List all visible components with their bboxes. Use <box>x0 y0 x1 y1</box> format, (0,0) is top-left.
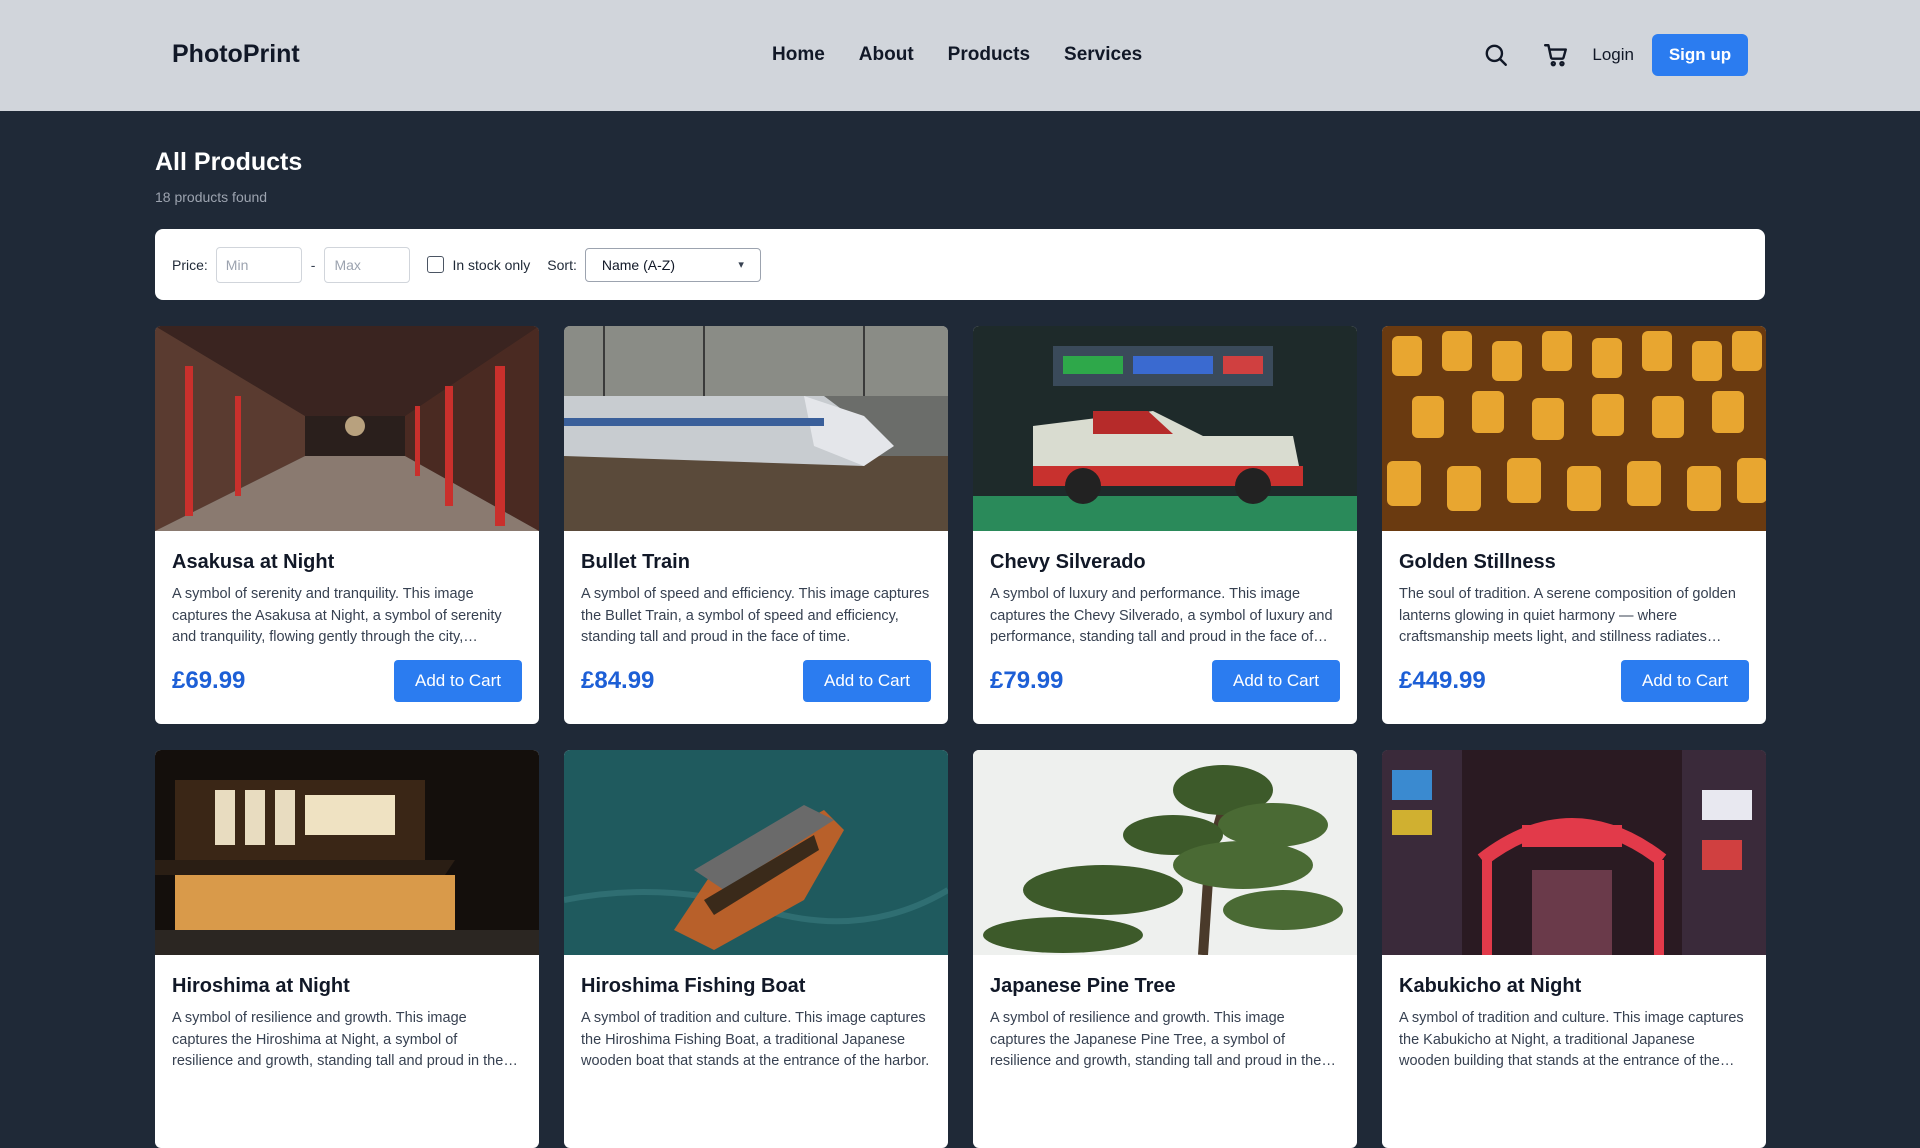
in-stock-label: In stock only <box>452 256 531 273</box>
product-price: £79.99 <box>990 667 1064 694</box>
logo[interactable]: PhotoPrint <box>172 40 300 69</box>
product-card: Japanese Pine Tree A symbol of resilienc… <box>973 750 1357 1148</box>
sort-select[interactable]: Name (A-Z) ▾ <box>584 247 761 282</box>
chevron-down-icon: ▾ <box>738 259 744 271</box>
product-card: Hiroshima Fishing Boat A symbol of tradi… <box>564 750 948 1148</box>
product-card: Golden Stillness The soul of tradition. … <box>1382 326 1766 724</box>
product-title[interactable]: Chevy Silverado <box>990 551 1340 574</box>
product-image[interactable] <box>155 326 539 531</box>
site-header: PhotoPrint Home About Products Services … <box>0 0 1920 111</box>
main-nav: Home About Products Services <box>772 44 1142 66</box>
product-image[interactable] <box>564 326 948 531</box>
sort-label: Sort: <box>547 256 577 273</box>
product-card: Hiroshima at Night A symbol of resilienc… <box>155 750 539 1148</box>
product-image[interactable] <box>973 326 1357 531</box>
product-image[interactable] <box>973 750 1357 955</box>
add-to-cart-button[interactable]: Add to Cart <box>803 660 931 702</box>
product-description: A symbol of luxury and performance. This… <box>990 586 1333 645</box>
products-page: All Products 18 products found Price: - … <box>155 111 1766 1148</box>
add-to-cart-button[interactable]: Add to Cart <box>1621 660 1749 702</box>
login-link[interactable]: Login <box>1592 45 1634 65</box>
product-title[interactable]: Bullet Train <box>581 551 931 574</box>
in-stock-checkbox[interactable] <box>427 256 445 273</box>
product-grid: Asakusa at Night A symbol of serenity an… <box>155 326 1766 1148</box>
product-description: A symbol of serenity and tranquility. Th… <box>172 586 502 645</box>
nav-home[interactable]: Home <box>772 44 825 66</box>
product-image[interactable] <box>155 750 539 955</box>
price-max-input[interactable] <box>324 246 411 283</box>
product-title[interactable]: Japanese Pine Tree <box>990 975 1340 998</box>
price-range-dash: - <box>310 256 316 273</box>
product-title[interactable]: Kabukicho at Night <box>1399 975 1749 998</box>
product-title[interactable]: Asakusa at Night <box>172 551 522 574</box>
product-title[interactable]: Hiroshima at Night <box>172 975 522 998</box>
product-description: A symbol of tradition and culture. This … <box>1399 1010 1744 1069</box>
product-card: Asakusa at Night A symbol of serenity an… <box>155 326 539 724</box>
product-image[interactable] <box>564 750 948 955</box>
header-actions: Login Sign up <box>1482 34 1748 76</box>
product-card: Kabukicho at Night A symbol of tradition… <box>1382 750 1766 1148</box>
product-description: The soul of tradition. A serene composit… <box>1399 586 1736 645</box>
page-title: All Products <box>155 148 303 176</box>
product-price: £84.99 <box>581 667 655 694</box>
product-price: £69.99 <box>172 667 246 694</box>
price-min-input[interactable] <box>215 246 302 283</box>
nav-services[interactable]: Services <box>1064 44 1142 66</box>
add-to-cart-button[interactable]: Add to Cart <box>1212 660 1340 702</box>
product-image[interactable] <box>1382 750 1766 955</box>
product-title[interactable]: Golden Stillness <box>1399 551 1749 574</box>
price-label: Price: <box>172 256 208 273</box>
products-count: 18 products found <box>155 189 268 205</box>
cart-icon[interactable] <box>1542 41 1570 69</box>
product-description: A symbol of resilience and growth. This … <box>172 1010 504 1069</box>
product-price: £449.99 <box>1399 667 1486 694</box>
product-description: A symbol of speed and efficiency. This i… <box>581 586 930 645</box>
add-to-cart-button[interactable]: Add to Cart <box>394 660 522 702</box>
nav-about[interactable]: About <box>859 44 914 66</box>
product-description: A symbol of resilience and growth. This … <box>990 1010 1322 1069</box>
product-image[interactable] <box>1382 326 1766 531</box>
filter-bar: Price: - In stock only Sort: Name (A-Z) … <box>155 229 1765 300</box>
sort-selected-value: Name (A-Z) <box>601 256 675 273</box>
product-description: A symbol of tradition and culture. This … <box>581 1010 930 1069</box>
search-icon[interactable] <box>1482 41 1510 69</box>
signup-button[interactable]: Sign up <box>1652 34 1748 76</box>
nav-products[interactable]: Products <box>948 44 1030 66</box>
product-card: Bullet Train A symbol of speed and effic… <box>564 326 948 724</box>
product-card: Chevy Silverado A symbol of luxury and p… <box>973 326 1357 724</box>
product-title[interactable]: Hiroshima Fishing Boat <box>581 975 931 998</box>
